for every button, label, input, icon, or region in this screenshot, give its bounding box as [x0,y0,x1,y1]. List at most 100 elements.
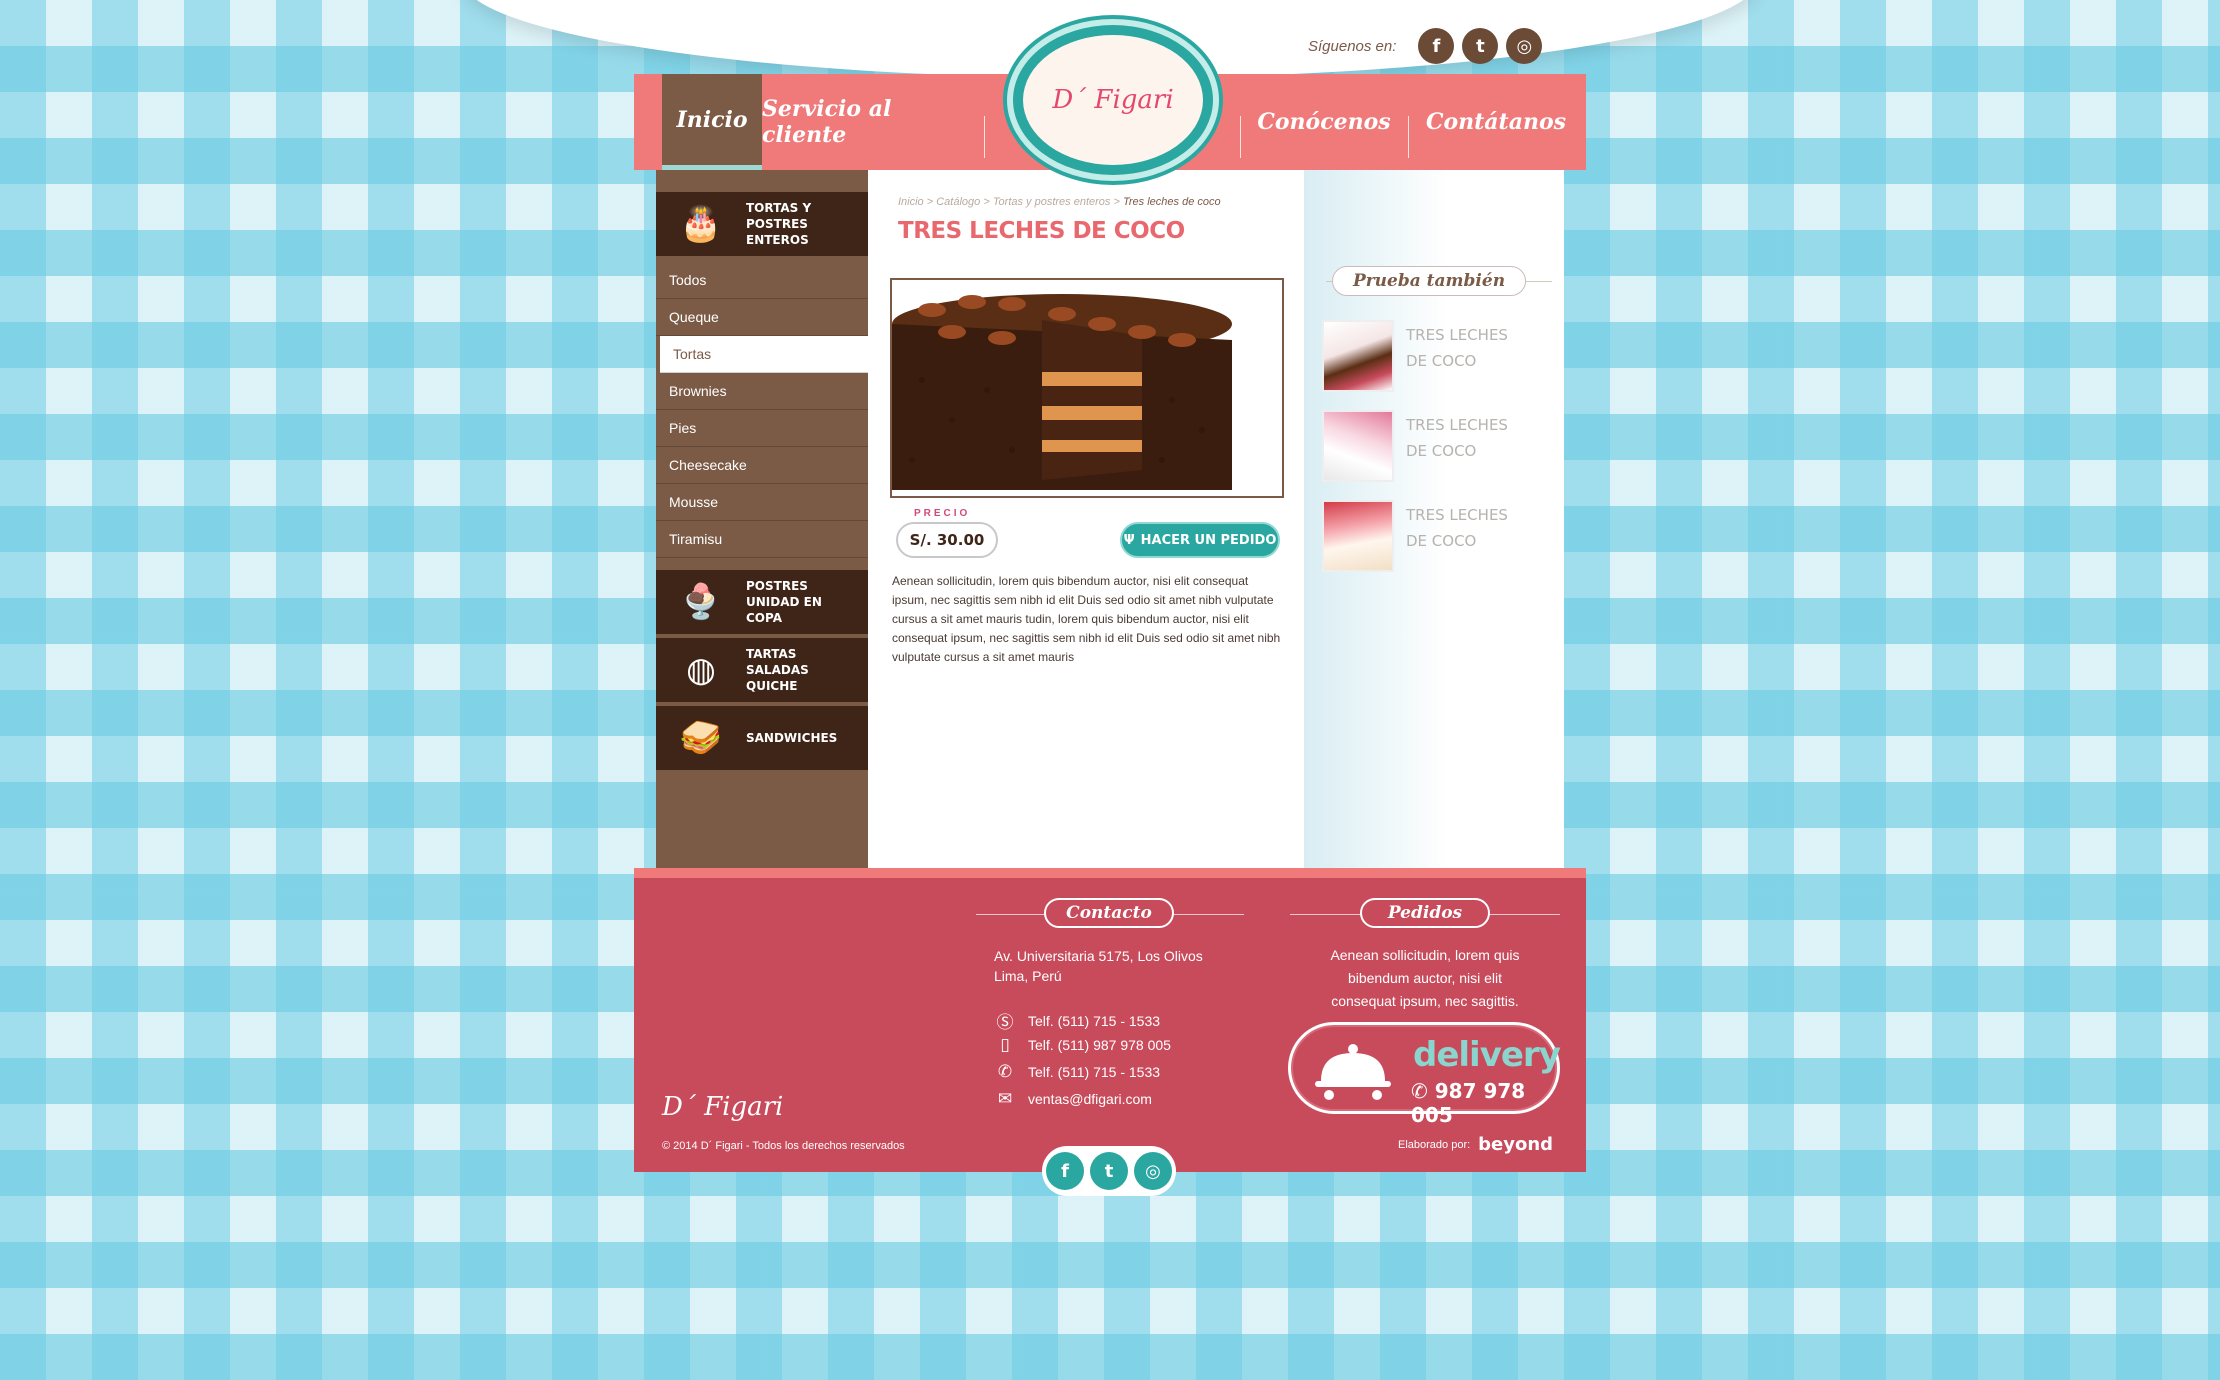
address: Av. Universitaria 5175, Los Olivos Lima,… [994,946,1203,986]
contact-email[interactable]: ✉ ventas@dfigari.com [994,1089,1152,1109]
contact-skype[interactable]: Ⓢ Telf. (511) 715 - 1533 [994,1008,1161,1034]
cloche-icon [1315,1044,1391,1100]
subcategory-label: Pies [669,420,697,436]
address-line: Av. Universitaria 5175, Los Olivos [994,948,1203,964]
related-item[interactable]: TRES LECHES DE COCO [1322,410,1562,482]
category-label: SANDWICHES [746,731,838,745]
subcategory-pies[interactable]: Pies [656,410,868,447]
subcategory-label: Brownies [669,383,727,399]
nav-inicio-label: Inicio [676,106,748,133]
price-badge: S/. 30.00 [896,522,998,558]
subcategory-mousse[interactable]: Mousse [656,484,868,521]
related-item[interactable]: TRES LECHES DE COCO [1322,320,1562,392]
made-by: Elaborado por: beyond [1398,1134,1553,1155]
subcategory-todos[interactable]: Todos [656,262,868,299]
chocolate-cake-image [892,280,1282,496]
instagram-icon[interactable]: ◎ [1506,28,1543,64]
delivery-phone: 987 978 005 [1411,1079,1526,1127]
product-description: Aenean sollicitudin, lorem quis bibendum… [892,574,1281,664]
related-thumbnail [1322,320,1394,392]
category-sandwiches[interactable]: 🥪 SANDWICHES [656,706,868,770]
phone-icon: ✆ [997,1062,1013,1082]
breadcrumb-link[interactable]: Tortas y postres enteros [993,196,1111,208]
subcategory-label: Tiramisu [669,531,723,547]
subcategory-queque[interactable]: Queque [656,299,868,336]
nav-inicio[interactable]: Inicio [662,74,762,170]
nav-servicio-label: Servicio al cliente [762,96,892,148]
category-tortas-postres[interactable]: 🎂 TORTAS Y POSTRES ENTEROS [656,192,868,256]
main-content [868,170,1304,868]
category-label: TORTAS Y POSTRES ENTEROS [746,201,812,247]
divider [976,914,1054,915]
contact-text: Telf. (511) 987 978 005 [1028,1037,1171,1053]
site-logo[interactable]: D´ Figari [1000,16,1226,184]
category-label: POSTRES UNIDAD EN COPA [746,579,822,625]
contact-text: Telf. (511) 715 - 1533 [1028,1064,1161,1080]
order-button-label: HACER UN PEDIDO [1140,532,1277,548]
category-postres-copa[interactable]: 🍨 POSTRES UNIDAD EN COPA [656,570,868,634]
related-item-name: TRES LECHES DE COCO [1406,506,1508,550]
related-item[interactable]: TRES LECHES DE COCO [1322,500,1562,572]
breadcrumb-link[interactable]: Catálogo [936,196,980,208]
delivery-phone-row: ✆ 987 978 005 [1411,1079,1557,1127]
twitter-icon[interactable]: t [1090,1152,1128,1190]
logo-text: D´ Figari [1052,85,1174,115]
breadcrumb-link[interactable]: Inicio [898,196,924,208]
subcategory-cheesecake[interactable]: Cheesecake [656,447,868,484]
category-tartas-saladas[interactable]: ◍ TARTAS SALADAS QUICHE [656,638,868,702]
subcategory-label: Queque [669,309,719,325]
subcategory-brownies[interactable]: Brownies [656,373,868,410]
logo-frame: D´ Figari [1013,25,1213,175]
contact-phone[interactable]: ✆ Telf. (511) 715 - 1533 [994,1062,1160,1082]
nav-contatanos-label: Contátanos [1425,109,1567,135]
nav-servicio[interactable]: Servicio al cliente [762,74,978,170]
nav-contatanos[interactable]: Contátanos [1414,74,1578,170]
divider [1490,914,1560,915]
follow-label: Síguenos en: [1308,37,1397,55]
breadcrumb: Inicio > Catálogo > Tortas y postres ent… [898,196,1221,208]
divider [1166,914,1244,915]
fork-knife-icon: Ψ [1123,532,1135,548]
breadcrumb-current: Tres leches de coco [1122,196,1221,208]
instagram-icon[interactable]: ◎ [1134,1152,1172,1190]
nav-divider [1408,116,1409,158]
facebook-icon[interactable]: f [1046,1152,1084,1190]
nav-conocenos[interactable]: Conócenos [1246,74,1402,170]
copyright: © 2014 D´ Figari - Todos los derechos re… [662,1140,905,1152]
product-image [890,278,1284,498]
divider [1290,914,1362,915]
contact-text: Telf. (511) 715 - 1533 [1028,1012,1161,1029]
contact-title: Contacto [1044,898,1174,928]
cup-dessert-icon: 🍨 [679,582,723,622]
subcategory-label: Mousse [669,494,719,510]
order-button[interactable]: Ψ HACER UN PEDIDO [1120,522,1280,558]
contact-mobile[interactable]: ▯ Telf. (511) 987 978 005 [994,1035,1171,1055]
pie-icon: ◍ [686,650,716,690]
category-label: TARTAS SALADAS QUICHE [746,647,809,693]
subcategory-tiramisu[interactable]: Tiramisu [656,521,868,558]
facebook-icon[interactable]: f [1418,28,1455,64]
twitter-icon[interactable]: t [1462,28,1499,64]
related-thumbnail [1322,410,1394,482]
subcategory-list: Todos Queque Tortas Brownies Pies Cheese… [656,262,868,558]
orders-title: Pedidos [1360,898,1490,928]
made-by-label: Elaborado por: [1398,1138,1471,1151]
related-item-name: TRES LECHES DE COCO [1406,326,1508,370]
beyond-logo[interactable]: beyond [1478,1134,1553,1155]
delivery-banner[interactable]: delivery ✆ 987 978 005 [1288,1022,1561,1127]
price-label: PRECIO [914,508,971,519]
delivery-word: delivery [1413,1035,1561,1075]
mobile-icon: ▯ [1000,1035,1010,1055]
product-title: TRES LECHES DE COCO [898,218,1185,244]
orders-text: Aenean sollicitudin, lorem quis bibendum… [1330,947,1520,1009]
cake-icon: 🎂 [679,204,723,244]
nav-divider [984,116,985,158]
subcategory-label: Todos [669,272,707,288]
subcategory-tortas[interactable]: Tortas [660,336,868,373]
related-thumbnail [1322,500,1394,572]
address-line: Lima, Perú [994,968,1062,984]
subcategory-label: Cheesecake [669,457,747,473]
phone-icon: ✆ [1411,1079,1428,1103]
footer-logo: D´ Figari [662,1092,784,1122]
mail-icon: ✉ [997,1089,1013,1109]
